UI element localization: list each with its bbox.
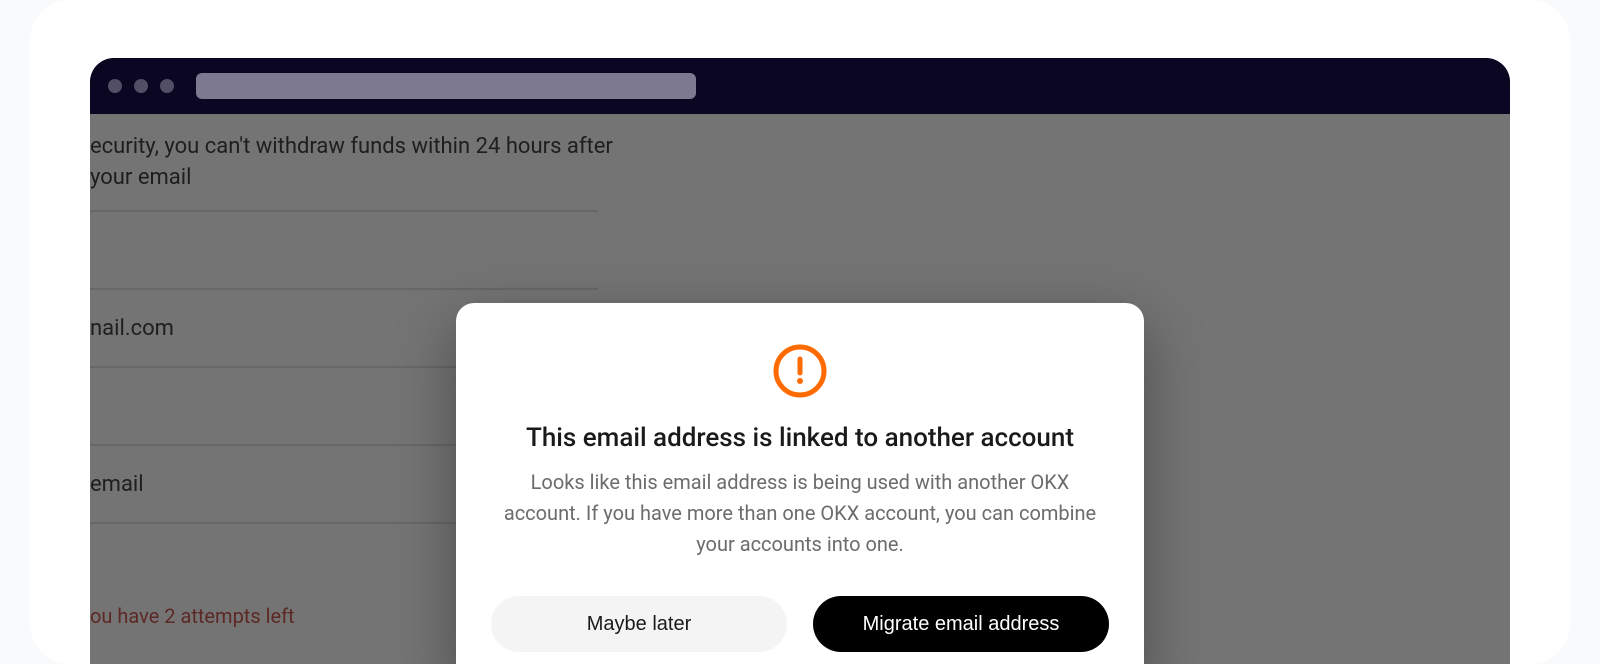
- traffic-maximize-icon[interactable]: [160, 79, 174, 93]
- traffic-lights: [108, 79, 174, 93]
- browser-window: ecurity, you can't withdraw funds within…: [90, 58, 1510, 664]
- migrate-email-button[interactable]: Migrate email address: [813, 596, 1109, 652]
- modal-actions: Maybe later Migrate email address: [490, 596, 1110, 652]
- traffic-close-icon[interactable]: [108, 79, 122, 93]
- outer-card: ecurity, you can't withdraw funds within…: [30, 0, 1570, 664]
- maybe-later-button[interactable]: Maybe later: [491, 596, 787, 652]
- address-bar[interactable]: [196, 73, 696, 99]
- modal-title: This email address is linked to another …: [526, 423, 1074, 453]
- modal-body: Looks like this email address is being u…: [490, 467, 1110, 560]
- browser-topbar: [90, 58, 1510, 114]
- alert-circle-icon: [772, 343, 828, 399]
- traffic-minimize-icon[interactable]: [134, 79, 148, 93]
- email-linked-modal: This email address is linked to another …: [456, 303, 1144, 664]
